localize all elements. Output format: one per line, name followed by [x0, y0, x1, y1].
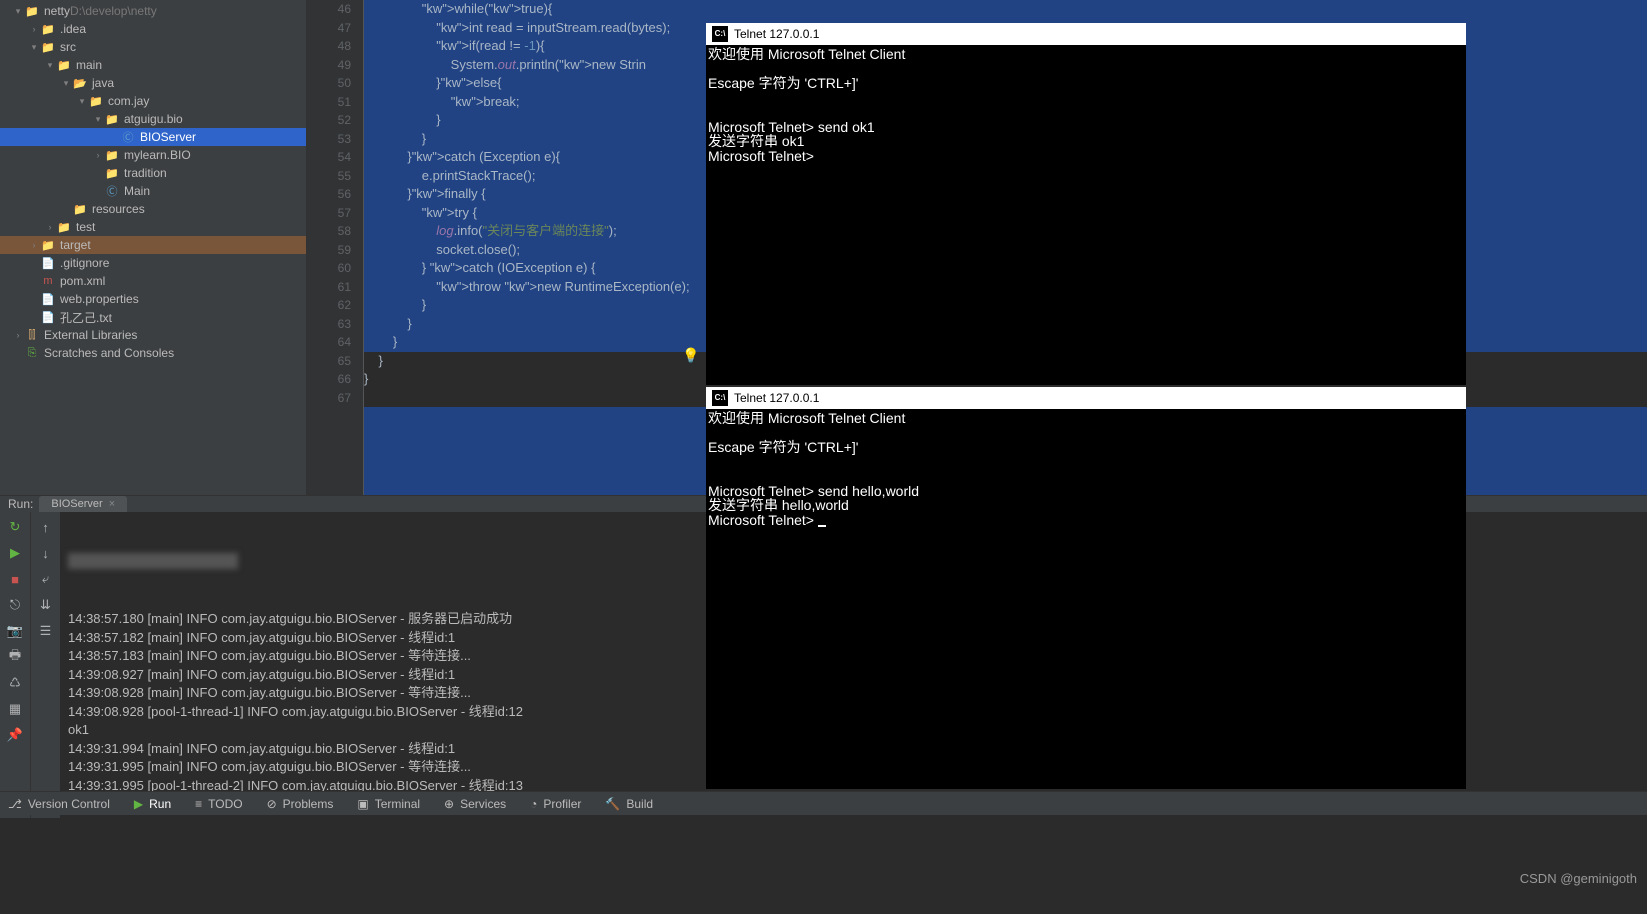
pin-icon[interactable]: 📌	[4, 724, 26, 746]
scroll-icon[interactable]: ⇊	[35, 594, 57, 616]
run-toolbar-left: ↻ ▶ ■ ⎋ 📷 🖶 ♺ ▦ 📌	[0, 512, 30, 818]
filter-icon[interactable]: ☰	[35, 620, 57, 642]
rerun-icon[interactable]: ↻	[4, 516, 26, 538]
tree-item-target[interactable]: ›📁target	[0, 236, 306, 254]
tree-item-----txt[interactable]: 📄孔乙己.txt	[0, 308, 306, 326]
watermark: CSDN @geminigoth	[1520, 871, 1637, 886]
telnet-body-1[interactable]: 欢迎使用 Microsoft Telnet Client Escape 字符为 …	[706, 45, 1466, 165]
tree-item--gitignore[interactable]: 📄.gitignore	[0, 254, 306, 272]
tree-item-web-properties[interactable]: 📄web.properties	[0, 290, 306, 308]
exit-icon[interactable]: ⎋	[4, 594, 26, 616]
tree-item-mylearn-bio[interactable]: ›📁mylearn.BIO	[0, 146, 306, 164]
tree-item-netty[interactable]: ▾📁netty D:\develop\netty	[0, 2, 306, 20]
blurred-command	[68, 553, 238, 569]
run-icon[interactable]: ▶	[4, 542, 26, 564]
tree-item--idea[interactable]: ›📁.idea	[0, 20, 306, 38]
intention-bulb-icon[interactable]: 💡	[682, 347, 699, 364]
telnet-body-2[interactable]: 欢迎使用 Microsoft Telnet Client Escape 字符为 …	[706, 409, 1466, 529]
tree-item-java[interactable]: ▾📂java	[0, 74, 306, 92]
bottom-version-control[interactable]: ⎇Version Control	[8, 797, 110, 811]
gc-icon[interactable]: ♺	[4, 672, 26, 694]
telnet-title-2[interactable]: C:\ Telnet 127.0.0.1	[706, 387, 1466, 409]
tree-item-resources[interactable]: 📁resources	[0, 200, 306, 218]
bottom-problems[interactable]: ⊘Problems	[267, 797, 334, 811]
stop-icon[interactable]: ■	[4, 568, 26, 590]
camera-icon[interactable]: 📷	[4, 620, 26, 642]
close-icon[interactable]: ×	[109, 498, 115, 510]
run-label: Run:	[8, 497, 33, 511]
cmd-icon: C:\	[712, 26, 728, 42]
up-icon[interactable]: ↑	[35, 516, 57, 538]
run-tab[interactable]: BIOServer ×	[39, 496, 127, 512]
bottom-services[interactable]: ⊕Services	[444, 797, 506, 811]
tree-item-main[interactable]: ⒸMain	[0, 182, 306, 200]
project-tree[interactable]: ▾📁netty D:\develop\netty›📁.idea▾📁src▾📁ma…	[0, 0, 307, 495]
telnet-window-2[interactable]: C:\ Telnet 127.0.0.1 欢迎使用 Microsoft Teln…	[706, 387, 1466, 789]
tree-item-test[interactable]: ›📁test	[0, 218, 306, 236]
bottom-todo[interactable]: ≡TODO	[195, 797, 242, 811]
print-icon[interactable]: 🖶	[4, 646, 26, 668]
status-bar: ⎇Version Control ▶Run ≡TODO ⊘Problems ▣Termi…	[0, 791, 1647, 815]
layout-icon[interactable]: ▦	[4, 698, 26, 720]
tree-item-bioserver[interactable]: ⒸBIOServer	[0, 128, 306, 146]
bottom-run[interactable]: ▶Run	[134, 797, 171, 811]
bottom-profiler[interactable]: ◔Profiler	[530, 797, 581, 811]
telnet-title-1[interactable]: C:\ Telnet 127.0.0.1	[706, 23, 1466, 45]
down-icon[interactable]: ↓	[35, 542, 57, 564]
tree-item-tradition[interactable]: 📁tradition	[0, 164, 306, 182]
wrap-icon[interactable]: ⤶	[35, 568, 57, 590]
tree-item-pom-xml[interactable]: mpom.xml	[0, 272, 306, 290]
tree-item-main[interactable]: ▾📁main	[0, 56, 306, 74]
telnet-window-1[interactable]: C:\ Telnet 127.0.0.1 欢迎使用 Microsoft Teln…	[706, 23, 1466, 385]
line-gutter: 4647484950515253545556575859606162636465…	[307, 0, 364, 495]
tree-item-src[interactable]: ▾📁src	[0, 38, 306, 56]
tree-item-scratches-and-consoles[interactable]: ⎘Scratches and Consoles	[0, 344, 306, 362]
tree-item-external-libraries[interactable]: ›⫿⫿External Libraries	[0, 326, 306, 344]
bottom-build[interactable]: 🔨Build	[605, 797, 653, 811]
cmd-icon: C:\	[712, 390, 728, 406]
tree-item-com-jay[interactable]: ▾📁com.jay	[0, 92, 306, 110]
run-toolbar-2: ↑ ↓ ⤶ ⇊ ☰	[30, 512, 60, 818]
tree-item-atguigu-bio[interactable]: ▾📁atguigu.bio	[0, 110, 306, 128]
bottom-terminal[interactable]: ▣Terminal	[357, 797, 420, 811]
